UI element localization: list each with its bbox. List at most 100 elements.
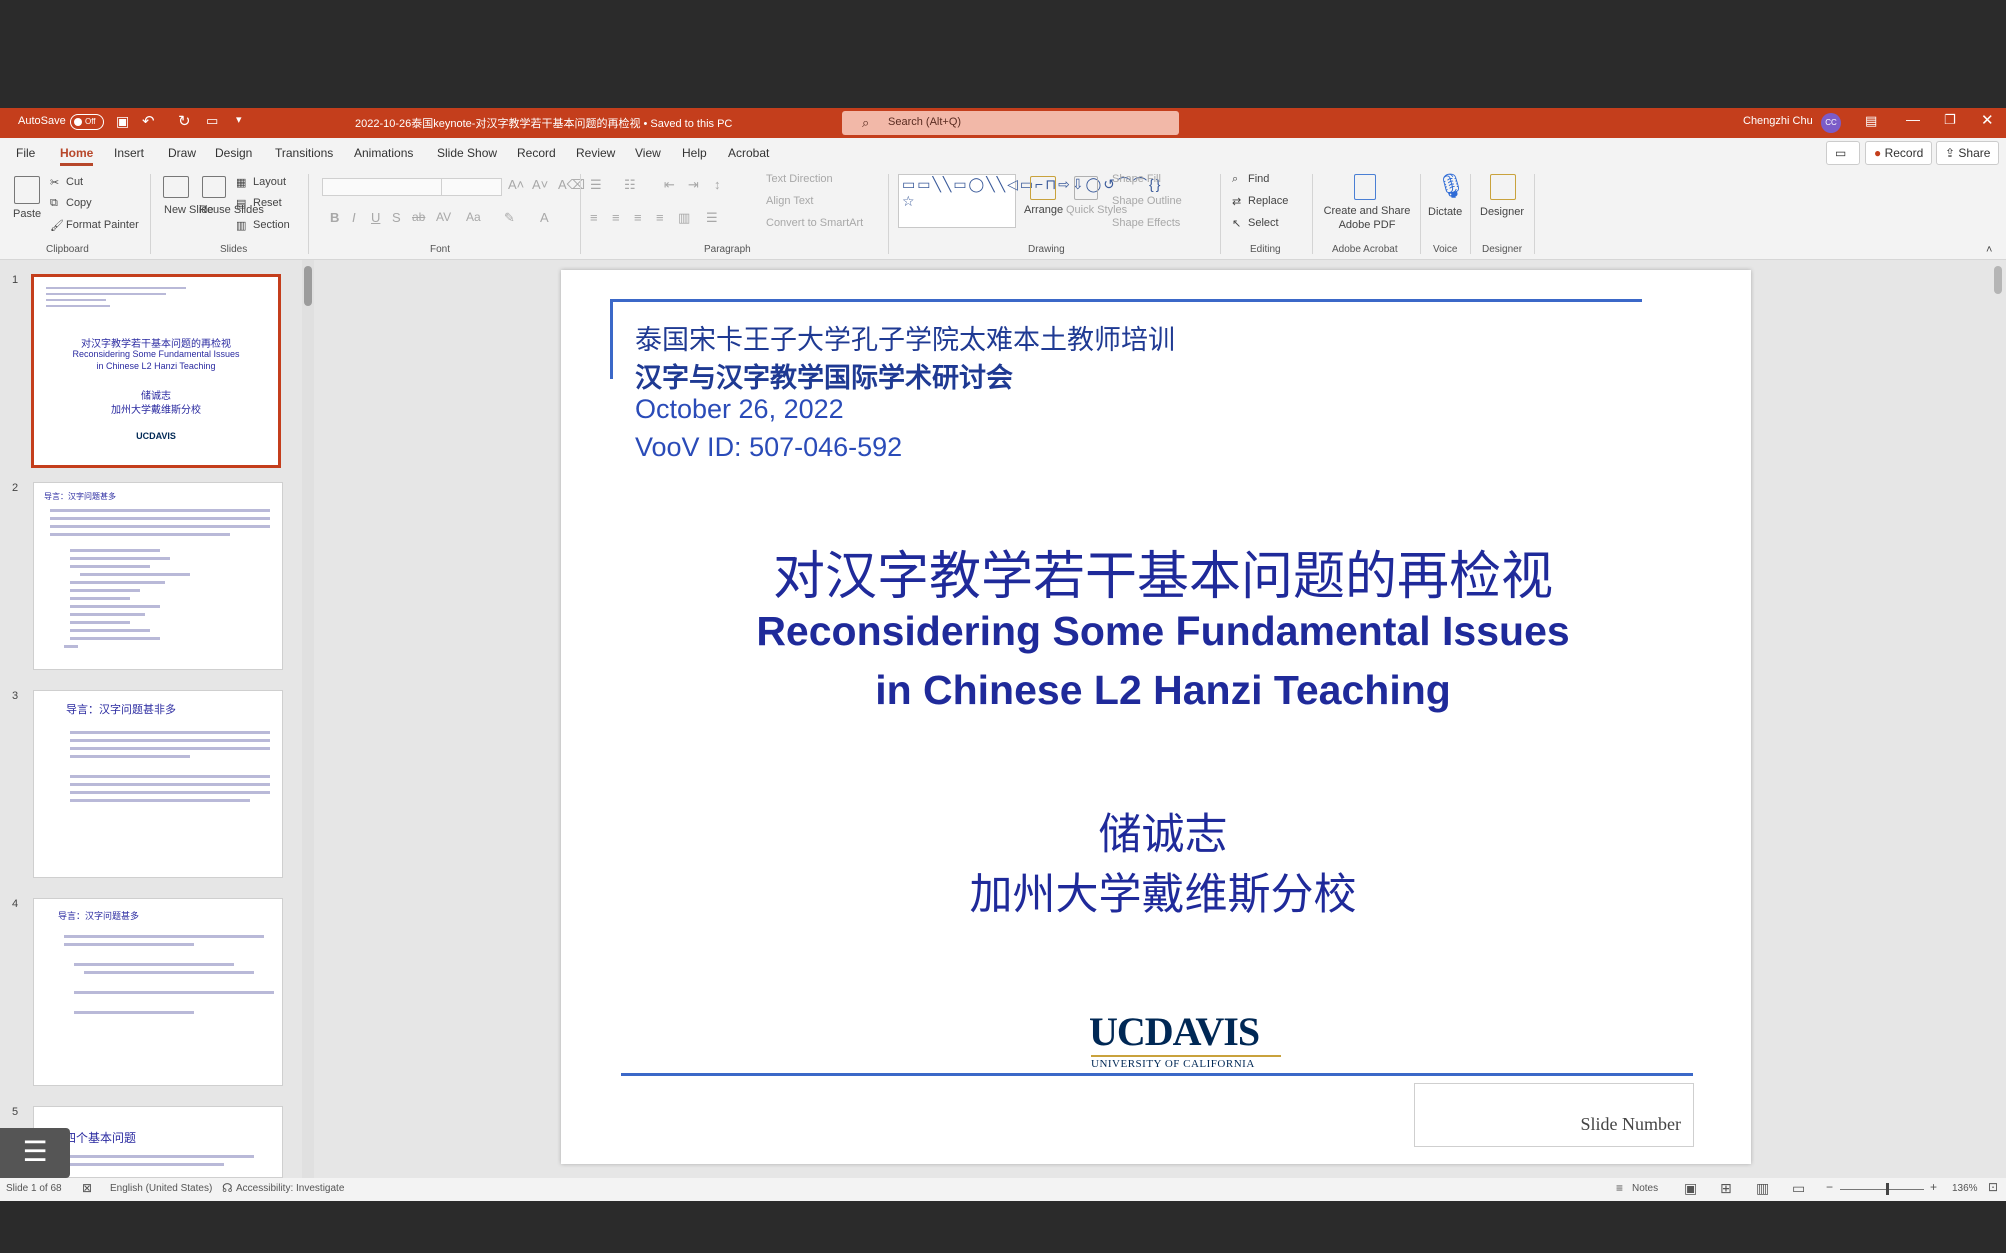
create-share-pdf-button[interactable]: Create and Share Adobe PDF	[1322, 204, 1412, 232]
adobe-pdf-icon[interactable]	[1354, 174, 1376, 200]
comments-icon[interactable]: ▭	[1826, 141, 1860, 165]
user-name[interactable]: Chengzhi Chu	[1743, 115, 1813, 127]
list-menu-icon[interactable]: ☰	[0, 1128, 70, 1178]
slide-thumbnail-3[interactable]: 导言：汉字问题甚非多	[33, 690, 283, 878]
author-name[interactable]: 储诚志	[561, 800, 1751, 862]
present-icon[interactable]: ▭	[206, 113, 218, 129]
clear-format-icon[interactable]: A⌫	[558, 177, 585, 193]
text-direction-button[interactable]: Text Direction	[766, 173, 833, 185]
find-button[interactable]: Find	[1248, 173, 1269, 185]
tab-slide-show[interactable]: Slide Show	[437, 146, 497, 160]
quick-styles-icon[interactable]	[1074, 176, 1098, 200]
tab-draw[interactable]: Draw	[168, 146, 196, 160]
dictate-button[interactable]: Dictate	[1428, 206, 1462, 218]
layout-button[interactable]: Layout	[253, 176, 286, 188]
numbering-icon[interactable]: ☷	[624, 177, 636, 193]
arrange-button[interactable]: Arrange	[1024, 204, 1063, 216]
tab-file[interactable]: File	[16, 146, 35, 160]
tab-acrobat[interactable]: Acrobat	[728, 146, 769, 160]
decrease-indent-icon[interactable]: ⇤	[664, 177, 675, 193]
slideshow-view-icon[interactable]: ▭	[1792, 1180, 1805, 1197]
zoom-in-icon[interactable]: +	[1930, 1180, 1937, 1194]
section-button[interactable]: Section	[253, 219, 290, 231]
tab-transitions[interactable]: Transitions	[275, 146, 333, 160]
strikethrough-icon[interactable]: ab	[412, 210, 425, 224]
arrange-icon[interactable]	[1030, 176, 1056, 200]
undo-icon[interactable]: ↶	[142, 112, 155, 130]
format-painter-button[interactable]: Format Painter	[66, 219, 139, 231]
notes-button[interactable]: Notes	[1632, 1183, 1658, 1194]
date-line[interactable]: October 26, 2022	[635, 394, 844, 425]
accessibility-status[interactable]: Accessibility: Investigate	[236, 1183, 344, 1194]
share-button[interactable]: ⇪ Share	[1936, 141, 2000, 165]
author-affiliation[interactable]: 加州大学戴维斯分校	[561, 860, 1751, 922]
increase-indent-icon[interactable]: ⇥	[688, 177, 699, 193]
decrease-font-icon[interactable]: A˅	[532, 177, 548, 192]
zoom-slider[interactable]	[1840, 1189, 1924, 1190]
zoom-out-icon[interactable]: −	[1826, 1180, 1833, 1194]
line-spacing-icon[interactable]: ↕	[714, 177, 721, 192]
bold-icon[interactable]: B	[330, 210, 339, 225]
increase-font-icon[interactable]: A˄	[508, 177, 524, 192]
ribbon-display-icon[interactable]: ▤	[1865, 113, 1877, 129]
shadow-icon[interactable]: S	[392, 210, 401, 225]
event-line[interactable]: 泰国宋卡王子大学孔子学院太难本土教师培训	[635, 318, 1175, 357]
minimize-icon[interactable]: —	[1906, 111, 1920, 127]
align-center-icon[interactable]: ≡	[612, 210, 620, 225]
font-size-box[interactable]	[441, 178, 501, 196]
thumbnail-scrollbar[interactable]	[302, 260, 314, 1178]
slide-thumbnails-pane[interactable]: 1 对汉字教学若干基本问题的再检视 Reconsidering Some Fun…	[0, 260, 314, 1178]
close-icon[interactable]: ✕	[1981, 111, 1994, 129]
underline-icon[interactable]: U	[371, 210, 380, 225]
zoom-level[interactable]: 136%	[1952, 1183, 1978, 1194]
reading-view-icon[interactable]: ▥	[1756, 1180, 1769, 1197]
microphone-icon[interactable]: 🎙	[1436, 172, 1466, 201]
tab-animations[interactable]: Animations	[354, 146, 413, 160]
slide-title-en-line2[interactable]: in Chinese L2 Hanzi Teaching	[561, 667, 1751, 714]
paste-icon[interactable]	[14, 176, 40, 204]
slide-thumbnail-4[interactable]: 导言：汉字问题甚多	[33, 898, 283, 1086]
highlight-icon[interactable]: ✎	[504, 210, 515, 226]
tab-help[interactable]: Help	[682, 146, 707, 160]
customize-qat-icon[interactable]: ▾	[236, 113, 242, 126]
slide-title-cn[interactable]: 对汉字教学若干基本问题的再检视	[561, 534, 1751, 609]
slide-thumbnail-1[interactable]: 对汉字教学若干基本问题的再检视 Reconsidering Some Funda…	[31, 274, 281, 468]
record-button[interactable]: ● Record	[1865, 141, 1933, 165]
select-button[interactable]: Select	[1248, 217, 1279, 229]
copy-button[interactable]: Copy	[66, 197, 92, 209]
columns-icon[interactable]: ▥	[678, 210, 690, 226]
thumbnail-scroll-handle[interactable]	[304, 266, 312, 306]
shape-outline-button[interactable]: Shape Outline	[1112, 195, 1182, 207]
zoom-slider-handle[interactable]	[1886, 1183, 1889, 1195]
search-box[interactable]: ⌕ Search (Alt+Q)	[842, 111, 1179, 135]
editor-scrollbar[interactable]	[1990, 260, 2006, 1178]
paragraph-more-icon[interactable]: ☰	[706, 210, 718, 226]
spelling-icon[interactable]: ⊠	[82, 1181, 92, 1195]
convert-smartart-button[interactable]: Convert to SmartArt	[766, 217, 863, 229]
spacing-icon[interactable]: AV	[436, 210, 451, 224]
editor-scroll-handle[interactable]	[1994, 266, 2002, 294]
change-case-icon[interactable]: Aa	[466, 210, 481, 224]
tab-record[interactable]: Record	[517, 146, 556, 160]
tab-design[interactable]: Design	[215, 146, 252, 160]
conference-line[interactable]: 汉字与汉字教学国际学术研讨会	[635, 356, 1013, 395]
new-slide-icon[interactable]	[163, 176, 189, 198]
slide-thumbnail-2[interactable]: 导言：汉字问题甚多	[33, 482, 283, 670]
normal-view-icon[interactable]: ▣	[1684, 1180, 1697, 1197]
save-icon[interactable]: ▣	[116, 113, 129, 130]
meeting-id-line[interactable]: VooV ID: 507-046-592	[635, 432, 902, 463]
language-status[interactable]: English (United States)	[110, 1183, 212, 1194]
autosave-toggle[interactable]: Off	[70, 114, 104, 130]
tab-home[interactable]: Home	[60, 146, 94, 166]
tab-insert[interactable]: Insert	[114, 146, 144, 160]
slide-title-en-line1[interactable]: Reconsidering Some Fundamental Issues	[561, 608, 1751, 655]
reuse-slides-icon[interactable]	[202, 176, 226, 198]
paste-button[interactable]: Paste	[13, 208, 41, 220]
restore-icon[interactable]: ❐	[1944, 112, 1956, 128]
current-slide[interactable]: 泰国宋卡王子大学孔子学院太难本土教师培训 汉字与汉字教学国际学术研讨会 Octo…	[561, 270, 1751, 1164]
avatar[interactable]: CC	[1821, 113, 1841, 133]
slide-thumbnail-5[interactable]: 四个基本问题	[33, 1106, 283, 1178]
designer-button[interactable]: Designer	[1480, 206, 1524, 218]
align-right-icon[interactable]: ≡	[634, 210, 642, 225]
fit-to-window-icon[interactable]: ⊡	[1988, 1180, 1998, 1194]
